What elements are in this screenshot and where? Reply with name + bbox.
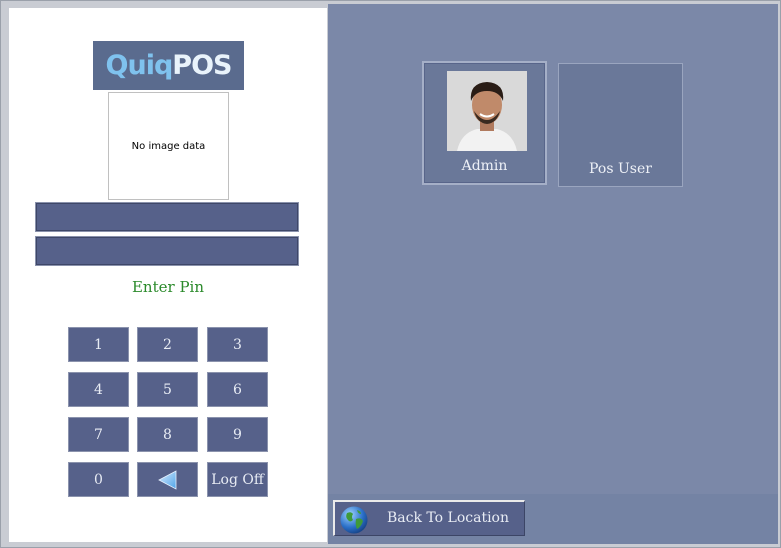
user-card-pos-user[interactable]: Pos User	[558, 63, 683, 187]
log-off-button[interactable]: Log Off	[207, 462, 268, 497]
user-name-admin: Admin	[461, 158, 508, 174]
back-to-location-label: Back To Location	[387, 510, 510, 526]
globe-icon	[340, 506, 368, 534]
back-to-location-button[interactable]: Back To Location	[333, 500, 525, 536]
backspace-button[interactable]	[137, 462, 198, 497]
keypad-key-2[interactable]: 2	[137, 327, 198, 362]
logo-text-quiq: Quiq	[105, 50, 174, 81]
logo-text: QuiqPOS	[105, 50, 233, 81]
keypad-key-6[interactable]: 6	[207, 372, 268, 407]
user-photo-placeholder: No image data	[108, 92, 229, 200]
avatar-photo	[447, 71, 527, 151]
pin-input[interactable]	[35, 236, 299, 266]
keypad-key-1[interactable]: 1	[68, 327, 129, 362]
keypad-key-8[interactable]: 8	[137, 417, 198, 452]
enter-pin-label: Enter Pin	[131, 278, 204, 296]
keypad-key-5[interactable]: 5	[137, 372, 198, 407]
app-window: QuiqPOS No image data Enter Pin 1 2 3 4 …	[0, 0, 781, 548]
quiqpos-logo: QuiqPOS	[93, 41, 244, 90]
no-image-text: No image data	[131, 140, 206, 152]
user-name-pos-user: Pos User	[589, 161, 652, 177]
admin-avatar	[447, 71, 527, 151]
username-display	[35, 202, 299, 232]
keypad-key-3[interactable]: 3	[207, 327, 268, 362]
back-arrow-icon	[157, 469, 176, 490]
user-card-admin[interactable]: Admin	[422, 61, 547, 185]
keypad-key-4[interactable]: 4	[68, 372, 129, 407]
keypad-key-0[interactable]: 0	[68, 462, 129, 497]
keypad-key-9[interactable]: 9	[207, 417, 268, 452]
logo-text-pos: POS	[172, 50, 232, 81]
user-selection-panel: Admin Pos User Back To Location	[328, 4, 778, 544]
keypad-key-7[interactable]: 7	[68, 417, 129, 452]
login-panel: QuiqPOS No image data Enter Pin 1 2 3 4 …	[9, 8, 327, 542]
